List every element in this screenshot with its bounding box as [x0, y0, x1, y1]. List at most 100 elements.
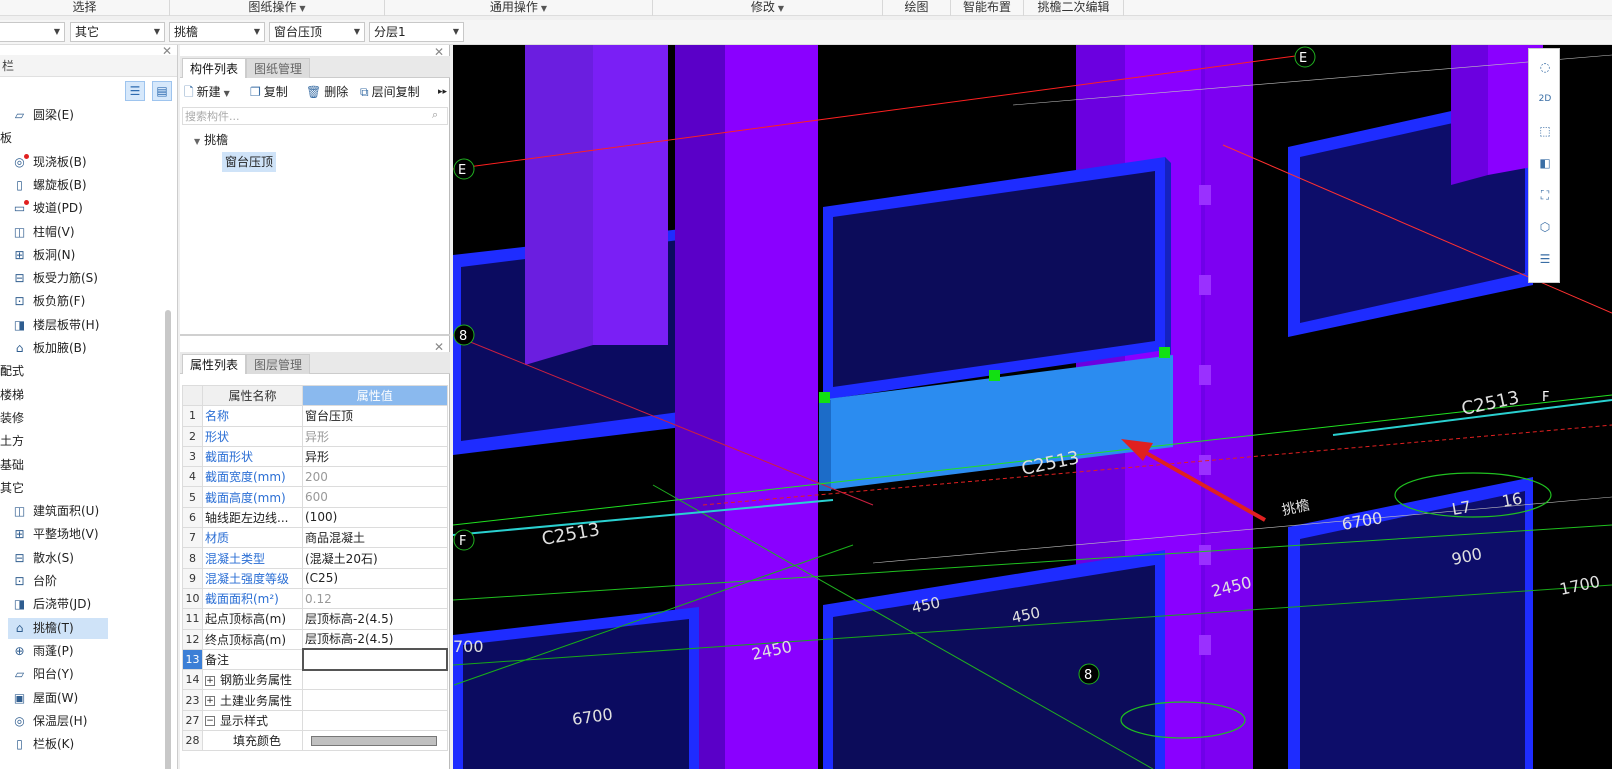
- property-row[interactable]: 12 终点顶标高(m) 层顶标高-2(4.5): [182, 628, 448, 650]
- property-value[interactable]: 商品混凝土: [302, 527, 448, 549]
- property-value[interactable]: 异形: [302, 445, 448, 468]
- property-name-text: 土建业务属性: [220, 693, 293, 708]
- nav-item[interactable]: ⌂ 挑檐(T): [8, 617, 108, 639]
- property-row[interactable]: 13 备注: [182, 648, 448, 671]
- property-name: 填充颜色: [202, 730, 303, 752]
- property-row[interactable]: 3 截面形状 异形: [182, 445, 448, 468]
- tab-layer-management[interactable]: 图层管理: [246, 354, 311, 374]
- 3d-scene[interactable]: C2513 C2513 C2513 L7 6700 900 2450 2450 …: [453, 45, 1612, 769]
- ribbon-group-smart-layout[interactable]: 智能布置: [951, 0, 1024, 16]
- component-selector[interactable]: 窗台压顶 ▼: [269, 22, 365, 42]
- grip-handle-left[interactable]: [819, 392, 830, 403]
- property-value[interactable]: [302, 689, 448, 711]
- type-selector[interactable]: 挑檐 ▼: [169, 22, 265, 42]
- layer-settings-icon[interactable]: ☰: [1535, 249, 1555, 269]
- delete-button[interactable]: 🗑 删除: [306, 81, 348, 103]
- property-value[interactable]: 层顶标高-2(4.5): [302, 608, 448, 630]
- property-value[interactable]: [302, 730, 448, 752]
- tab-component-list[interactable]: 构件列表: [182, 58, 247, 78]
- ribbon-group-drawing-ops[interactable]: 图纸操作 ▼: [170, 0, 385, 16]
- property-value[interactable]: [301, 648, 448, 671]
- ribbon-group-eave-edit[interactable]: 挑檐二次编辑: [1024, 0, 1124, 16]
- property-row[interactable]: 9 混凝土强度等级 (C25): [182, 567, 448, 589]
- orbit-icon[interactable]: ◌: [1535, 57, 1555, 77]
- collapse-icon[interactable]: −: [205, 716, 215, 727]
- grip-handle-right[interactable]: [1159, 347, 1170, 358]
- property-value-text: (100): [305, 510, 338, 525]
- property-value[interactable]: [302, 709, 448, 732]
- property-name: 起点顶标高(m): [202, 608, 303, 630]
- property-value[interactable]: 层顶标高-2(4.5): [302, 628, 448, 650]
- expand-icon[interactable]: +: [205, 675, 215, 686]
- property-row[interactable]: 14 + 钢筋业务属性: [182, 669, 448, 691]
- property-row[interactable]: 7 材质 商品混凝土: [182, 527, 448, 549]
- property-value[interactable]: 600: [302, 486, 448, 508]
- property-value[interactable]: 异形: [302, 425, 448, 447]
- floor-selector[interactable]: ▼: [0, 22, 65, 42]
- property-row[interactable]: 28 填充颜色: [182, 730, 448, 752]
- search-icon[interactable]: ⌕: [432, 108, 438, 122]
- tree-item-selected[interactable]: 窗台压顶: [222, 152, 277, 172]
- nav-label: 圆梁(E): [33, 108, 74, 122]
- nav-header: 栏: [0, 55, 177, 77]
- parapet-icon: ▯: [16, 737, 23, 752]
- list-view-icon[interactable]: ☰: [125, 81, 145, 101]
- chevron-down-icon: ▼: [353, 27, 360, 36]
- close-icon[interactable]: ✕: [162, 45, 172, 58]
- property-name-text: 截面宽度(mm): [205, 470, 286, 485]
- property-row[interactable]: 4 截面宽度(mm) 200: [182, 466, 448, 488]
- roof-icon: ▣: [13, 690, 26, 705]
- property-row[interactable]: 5 截面高度(mm) 600: [182, 486, 448, 508]
- copy-button[interactable]: ❐ 复制: [250, 81, 288, 103]
- modified-dot-icon: [24, 153, 29, 159]
- floor-copy-button[interactable]: ⧉ 层间复制: [360, 81, 420, 103]
- fit-view-icon[interactable]: ⛶: [1535, 185, 1555, 205]
- fill-color-swatch[interactable]: [311, 736, 437, 747]
- ribbon-group-common-ops[interactable]: 通用操作 ▼: [385, 0, 653, 16]
- new-button[interactable]: 🗋 新建 ▼: [184, 81, 230, 103]
- category-selector[interactable]: 其它 ▼: [70, 22, 165, 42]
- expand-icon[interactable]: +: [205, 696, 215, 707]
- nav-label: 板负筋(F): [33, 294, 86, 309]
- property-value-text: 0.12: [305, 591, 332, 606]
- property-row[interactable]: 2 形状 异形: [182, 425, 448, 447]
- select-view-icon[interactable]: ⬡: [1535, 217, 1555, 237]
- property-row[interactable]: 10 截面面积(m²) 0.12: [182, 587, 448, 610]
- nav-scrollbar[interactable]: [165, 310, 171, 769]
- 2d-icon[interactable]: 2D: [1535, 89, 1555, 109]
- property-row[interactable]: 8 混凝土类型 (混凝土20石): [182, 547, 448, 569]
- property-value[interactable]: (混凝土20石): [302, 547, 448, 569]
- ribbon-group-modify[interactable]: 修改 ▼: [653, 0, 883, 16]
- ribbon-group-draw[interactable]: 绘图: [883, 0, 951, 16]
- layer-selector[interactable]: 分层1 ▼: [369, 22, 464, 42]
- grip-handle-middle[interactable]: [989, 370, 1000, 381]
- property-value[interactable]: 0.12: [302, 587, 448, 610]
- property-value[interactable]: (C25): [302, 567, 448, 589]
- 3d-box-icon[interactable]: ⬚: [1535, 121, 1555, 141]
- ribbon-group-select[interactable]: 选择: [0, 0, 170, 16]
- component-search-input[interactable]: [182, 107, 448, 125]
- more-icon[interactable]: ▸▸: [438, 81, 447, 103]
- property-row[interactable]: 1 名称 窗台压顶: [182, 405, 448, 427]
- property-value[interactable]: 窗台压顶: [302, 405, 448, 427]
- tree-parent[interactable]: ▼ 挑檐: [194, 131, 228, 148]
- row-number: 12: [182, 628, 203, 650]
- property-row[interactable]: 27− 显示样式: [182, 709, 448, 732]
- property-row[interactable]: 23 + 土建业务属性: [182, 689, 448, 711]
- property-row[interactable]: 11 起点顶标高(m) 层顶标高-2(4.5): [182, 608, 448, 630]
- panel-splitter[interactable]: [180, 334, 450, 336]
- detail-view-icon[interactable]: ▤: [152, 81, 172, 101]
- property-value[interactable]: (100): [302, 506, 448, 529]
- axis-label-8-left: 8: [459, 329, 467, 344]
- property-row[interactable]: 6 轴线距左边线... (100): [182, 506, 448, 529]
- property-name-text: 截面高度(mm): [205, 490, 286, 505]
- nav-category[interactable]: 配式 ⊡: [0, 361, 24, 382]
- property-value[interactable]: 200: [302, 466, 448, 488]
- property-value[interactable]: [302, 669, 448, 691]
- 3d-viewport[interactable]: C2513 C2513 C2513 L7 6700 900 2450 2450 …: [453, 45, 1612, 769]
- tree-collapse-icon[interactable]: ▼: [194, 137, 200, 146]
- nav-label: 基础: [0, 457, 25, 472]
- shaded-box-icon[interactable]: ◧: [1535, 153, 1555, 173]
- tab-property-list[interactable]: 属性列表: [182, 354, 247, 374]
- tab-drawing-management[interactable]: 图纸管理: [246, 58, 311, 78]
